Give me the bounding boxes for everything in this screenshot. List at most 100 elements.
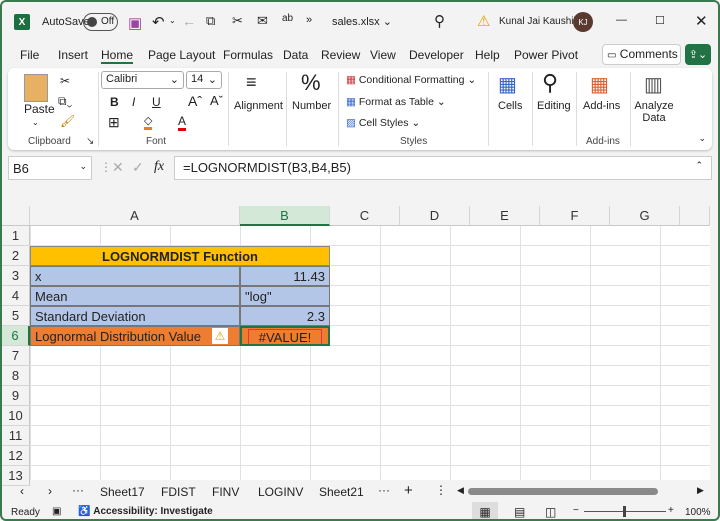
paste-dropdown-icon[interactable]: ⌄: [32, 118, 39, 127]
prev-sheet-icon[interactable]: ‹: [20, 484, 24, 498]
avatar[interactable]: KJ: [573, 12, 593, 32]
cells-button[interactable]: Cells: [498, 100, 522, 112]
spelling-icon[interactable]: ab: [282, 13, 293, 24]
options-icon[interactable]: ⋮: [435, 483, 447, 497]
insert-function-button[interactable]: fx: [154, 159, 164, 175]
fill-color-icon[interactable]: ◇: [144, 114, 153, 130]
enter-icon[interactable]: ✓: [132, 159, 144, 176]
addins-button[interactable]: Add-ins: [583, 100, 620, 112]
clipboard-launcher-icon[interactable]: ↘: [86, 136, 94, 147]
font-color-icon[interactable]: A: [178, 114, 187, 131]
tab-file[interactable]: File: [20, 48, 39, 62]
analyze-data-button[interactable]: Analyze Data: [634, 100, 674, 124]
format-painter-icon[interactable]: 🖌: [60, 114, 75, 128]
label-cell-mean[interactable]: Mean: [30, 286, 240, 306]
row-header-3[interactable]: 3: [2, 266, 30, 286]
column-header-d[interactable]: D: [400, 206, 470, 226]
label-cell-x[interactable]: x: [30, 266, 240, 286]
decrease-font-icon[interactable]: Aˇ: [210, 93, 223, 108]
minimize-icon[interactable]: —: [616, 14, 627, 26]
column-header-f[interactable]: F: [540, 206, 610, 226]
tab-page-layout[interactable]: Page Layout: [148, 48, 215, 62]
value-cell-mean[interactable]: "log": [240, 286, 330, 306]
column-header-c[interactable]: C: [330, 206, 400, 226]
redo-icon[interactable]: ←: [182, 13, 196, 29]
underline-button[interactable]: U: [152, 95, 161, 109]
tab-data[interactable]: Data: [283, 48, 308, 62]
cut-icon[interactable]: ✂: [232, 13, 243, 29]
save-icon[interactable]: ▣: [128, 14, 142, 32]
comments-button[interactable]: ▭ Comments: [602, 44, 681, 65]
row-header-7[interactable]: 7: [2, 346, 30, 366]
sheet-tab-sheet21[interactable]: Sheet21: [319, 485, 364, 499]
sheet-tab-loginv[interactable]: LOGINV: [258, 485, 303, 499]
maximize-icon[interactable]: ☐: [655, 14, 665, 27]
value-cell-stdev[interactable]: 2.3: [240, 306, 330, 326]
font-size-select[interactable]: 14 ⌄: [186, 71, 222, 89]
zoom-slider-thumb[interactable]: [623, 506, 626, 517]
row-header-5[interactable]: 5: [2, 306, 30, 326]
tab-insert[interactable]: Insert: [58, 48, 88, 62]
column-header-b[interactable]: B: [240, 206, 330, 226]
more-sheets-icon[interactable]: ···: [72, 483, 84, 497]
copy-icon[interactable]: ⧉⌄: [58, 94, 72, 109]
page-layout-view-icon[interactable]: ▤: [514, 505, 525, 519]
next-sheet-icon[interactable]: ›: [48, 484, 52, 498]
value-cell-x[interactable]: 11.43: [240, 266, 330, 286]
row-header-4[interactable]: 4: [2, 286, 30, 306]
file-name[interactable]: sales.xlsx ⌄: [332, 15, 392, 28]
column-header-a[interactable]: A: [30, 206, 240, 226]
result-cell-b6[interactable]: #VALUE!: [240, 326, 330, 346]
tab-view[interactable]: View: [370, 48, 396, 62]
scroll-right-icon[interactable]: ▶: [697, 485, 704, 496]
zoom-out-icon[interactable]: −: [573, 505, 579, 516]
macro-icon[interactable]: ▣: [52, 506, 61, 517]
paste-icon[interactable]: [24, 74, 48, 102]
sheet-tab-finv[interactable]: FINV: [212, 485, 239, 499]
more-commands-icon[interactable]: »: [306, 14, 312, 26]
tab-help[interactable]: Help: [475, 48, 500, 62]
mail-icon[interactable]: ✉: [257, 13, 268, 29]
search-icon[interactable]: ⚲: [434, 12, 445, 30]
label-cell-stdev[interactable]: Standard Deviation: [30, 306, 240, 326]
column-header-h[interactable]: [680, 206, 710, 226]
tab-review[interactable]: Review: [321, 48, 360, 62]
font-name-select[interactable]: Calibri ⌄: [101, 71, 184, 89]
column-header-g[interactable]: G: [610, 206, 680, 226]
paste-button[interactable]: Paste: [24, 102, 55, 116]
formula-input[interactable]: =LOGNORMDIST(B3,B4,B5) ⌃: [174, 156, 712, 180]
tab-developer[interactable]: Developer: [409, 48, 464, 62]
increase-font-icon[interactable]: Aˆ: [188, 93, 202, 109]
add-sheet-icon[interactable]: +: [404, 482, 413, 499]
accessibility-button[interactable]: ♿ Accessibility: Investigate: [78, 506, 213, 517]
cell-styles-button[interactable]: ▨ Cell Styles ⌄: [346, 117, 420, 129]
tab-home[interactable]: Home: [101, 48, 134, 64]
undo-dropdown-icon[interactable]: ⌄: [169, 16, 176, 25]
table-title-cell[interactable]: LOGNORMDIST Function: [30, 246, 330, 266]
copy-icon[interactable]: ⧉: [206, 13, 215, 29]
italic-button[interactable]: I: [132, 95, 135, 109]
row-header-9[interactable]: 9: [2, 386, 30, 406]
close-icon[interactable]: ✕: [695, 12, 708, 30]
share-button[interactable]: ⇪⌄: [685, 44, 711, 65]
tab-formulas[interactable]: Formulas: [223, 48, 273, 62]
label-cell-result[interactable]: Lognormal Distribution Value: [30, 326, 240, 346]
horizontal-scrollbar-thumb[interactable]: [468, 488, 658, 495]
scroll-left-icon[interactable]: ◀: [457, 485, 464, 496]
conditional-formatting-button[interactable]: ▦ Conditional Formatting ⌄: [346, 74, 476, 86]
row-header-8[interactable]: 8: [2, 366, 30, 386]
cancel-icon[interactable]: ✕: [112, 159, 124, 176]
borders-icon[interactable]: ⊞: [108, 114, 120, 131]
row-header-12[interactable]: 12: [2, 446, 30, 466]
select-all-corner[interactable]: [2, 206, 30, 226]
row-header-10[interactable]: 10: [2, 406, 30, 426]
undo-icon[interactable]: ↶: [152, 13, 165, 31]
tab-power-pivot[interactable]: Power Pivot: [514, 48, 578, 62]
vertical-scrollbar[interactable]: [710, 206, 718, 480]
row-header-1[interactable]: 1: [2, 226, 30, 246]
alignment-button[interactable]: Alignment: [234, 100, 283, 112]
editing-button[interactable]: Editing: [537, 100, 571, 112]
autosave-toggle[interactable]: Off: [83, 13, 118, 31]
zoom-level[interactable]: 100%: [685, 507, 711, 518]
sheet-tab-fdist[interactable]: FDIST: [161, 485, 196, 499]
